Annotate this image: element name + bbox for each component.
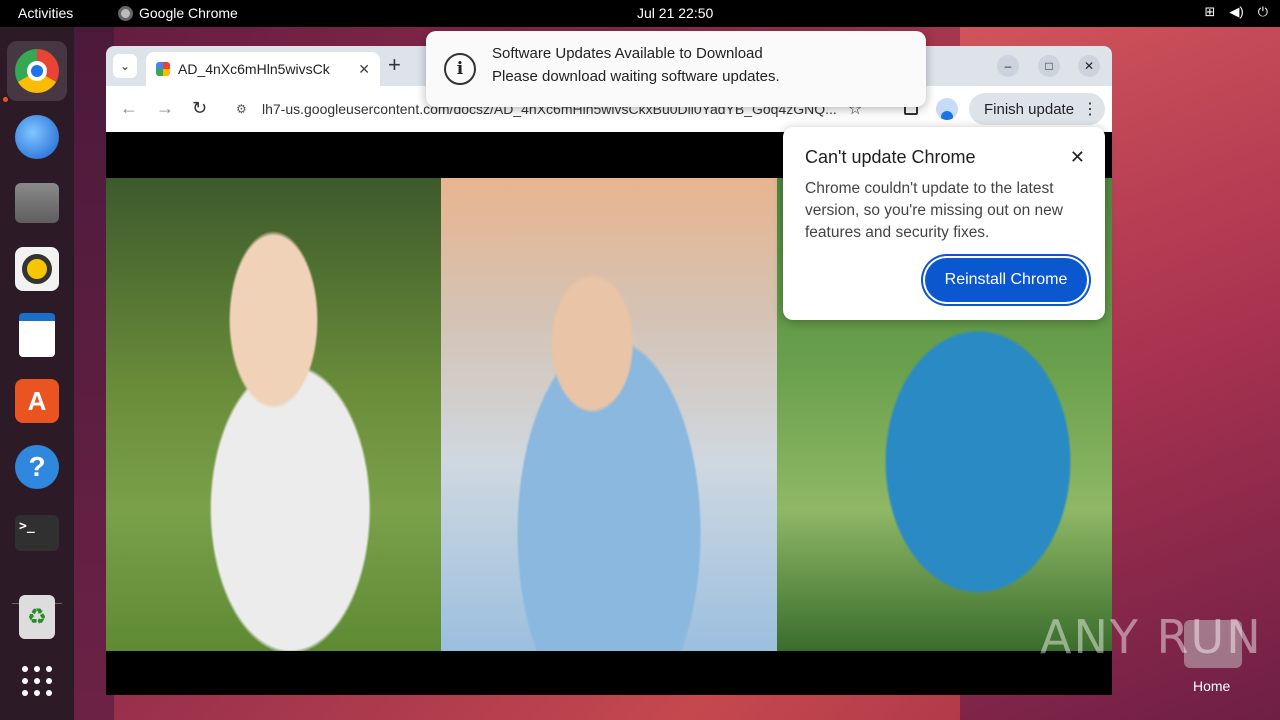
reinstall-chrome-button[interactable]: Reinstall Chrome	[925, 258, 1087, 302]
maximize-icon: □	[1045, 59, 1053, 73]
trash-icon: ♻	[19, 595, 55, 639]
running-indicator	[3, 97, 8, 102]
network-icon: ⊞	[1204, 4, 1216, 19]
dock-rhythmbox[interactable]	[7, 239, 67, 299]
dock: A ? >_ ♻	[0, 27, 74, 720]
chevron-down-icon: ⌄	[119, 59, 131, 73]
close-icon: ✕	[1083, 59, 1095, 73]
chrome-icon	[15, 49, 59, 93]
close-window-button[interactable]: ✕	[1078, 55, 1100, 77]
close-icon[interactable]: ✕	[1070, 147, 1085, 168]
app-grid-icon	[22, 666, 52, 696]
app-store-icon: A	[15, 379, 59, 423]
finish-update-button[interactable]: Finish update ⋮	[969, 93, 1105, 125]
finish-update-label: Finish update	[984, 100, 1075, 118]
reload-button[interactable]: ↻	[192, 98, 207, 119]
chrome-icon	[118, 5, 133, 21]
dock-trash[interactable]: ♻	[7, 587, 67, 647]
maximize-button[interactable]: □	[1038, 55, 1060, 77]
new-tab-button[interactable]: +	[388, 54, 401, 76]
dialog-body: Chrome couldn't update to the latest ver…	[805, 180, 1063, 241]
volume-icon: ◀)	[1229, 4, 1244, 19]
tab-title: AD_4nXc6mHln5wivsCk	[178, 61, 330, 77]
help-icon: ?	[15, 445, 59, 489]
browser-tab[interactable]: AD_4nXc6mHln5wivsCk ✕	[146, 52, 380, 86]
clock[interactable]: Jul 21 22:50	[637, 5, 713, 21]
system-notification[interactable]: i Software Updates Available to Download…	[426, 31, 926, 107]
dock-thunderbird[interactable]	[7, 107, 67, 167]
tab-search-button[interactable]: ⌄	[113, 54, 137, 78]
minimize-button[interactable]: –	[997, 55, 1019, 77]
activities-button[interactable]: Activities	[18, 5, 73, 21]
notification-body: Please download waiting software updates…	[492, 68, 780, 85]
dock-app-store[interactable]: A	[7, 371, 67, 431]
notification-title: Software Updates Available to Download	[492, 45, 763, 62]
close-icon[interactable]: ✕	[358, 61, 370, 78]
watermark-logo: ANY RUN	[1040, 610, 1263, 664]
forward-button[interactable]: →	[156, 98, 174, 119]
dock-help[interactable]: ?	[7, 437, 67, 497]
files-icon	[15, 183, 59, 223]
system-tray[interactable]: ⊞ ◀) ⏻	[1204, 4, 1268, 20]
update-error-dialog: Can't update Chrome ✕ Chrome couldn't up…	[783, 127, 1105, 320]
dialog-title: Can't update Chrome	[805, 147, 976, 167]
back-button[interactable]: ←	[120, 98, 138, 119]
site-info-icon[interactable]: ⚙	[236, 102, 252, 116]
home-folder-label: Home	[1193, 678, 1231, 694]
more-menu-icon: ⋮	[1082, 101, 1098, 118]
info-icon: i	[444, 53, 476, 85]
app-name: Google Chrome	[139, 5, 238, 21]
dock-terminal[interactable]: >_	[7, 503, 67, 563]
favicon-icon	[156, 62, 170, 76]
thunderbird-icon	[15, 115, 59, 159]
rhythmbox-icon	[15, 247, 59, 291]
top-bar: Activities Google Chrome Jul 21 22:50 ⊞ …	[0, 0, 1280, 27]
dock-chrome[interactable]	[7, 41, 67, 101]
writer-icon	[19, 313, 55, 357]
terminal-icon: >_	[15, 515, 59, 551]
dock-files[interactable]	[7, 173, 67, 233]
app-menu[interactable]: Google Chrome	[118, 5, 238, 21]
dock-writer[interactable]	[7, 305, 67, 365]
dock-app-grid[interactable]	[7, 651, 67, 711]
profile-avatar-icon[interactable]	[936, 98, 958, 120]
power-icon: ⏻	[1257, 4, 1268, 19]
photo-woman-white-dress	[106, 178, 441, 651]
photo-woman-blue-blouse	[441, 178, 777, 651]
minimize-icon: –	[1004, 59, 1012, 73]
